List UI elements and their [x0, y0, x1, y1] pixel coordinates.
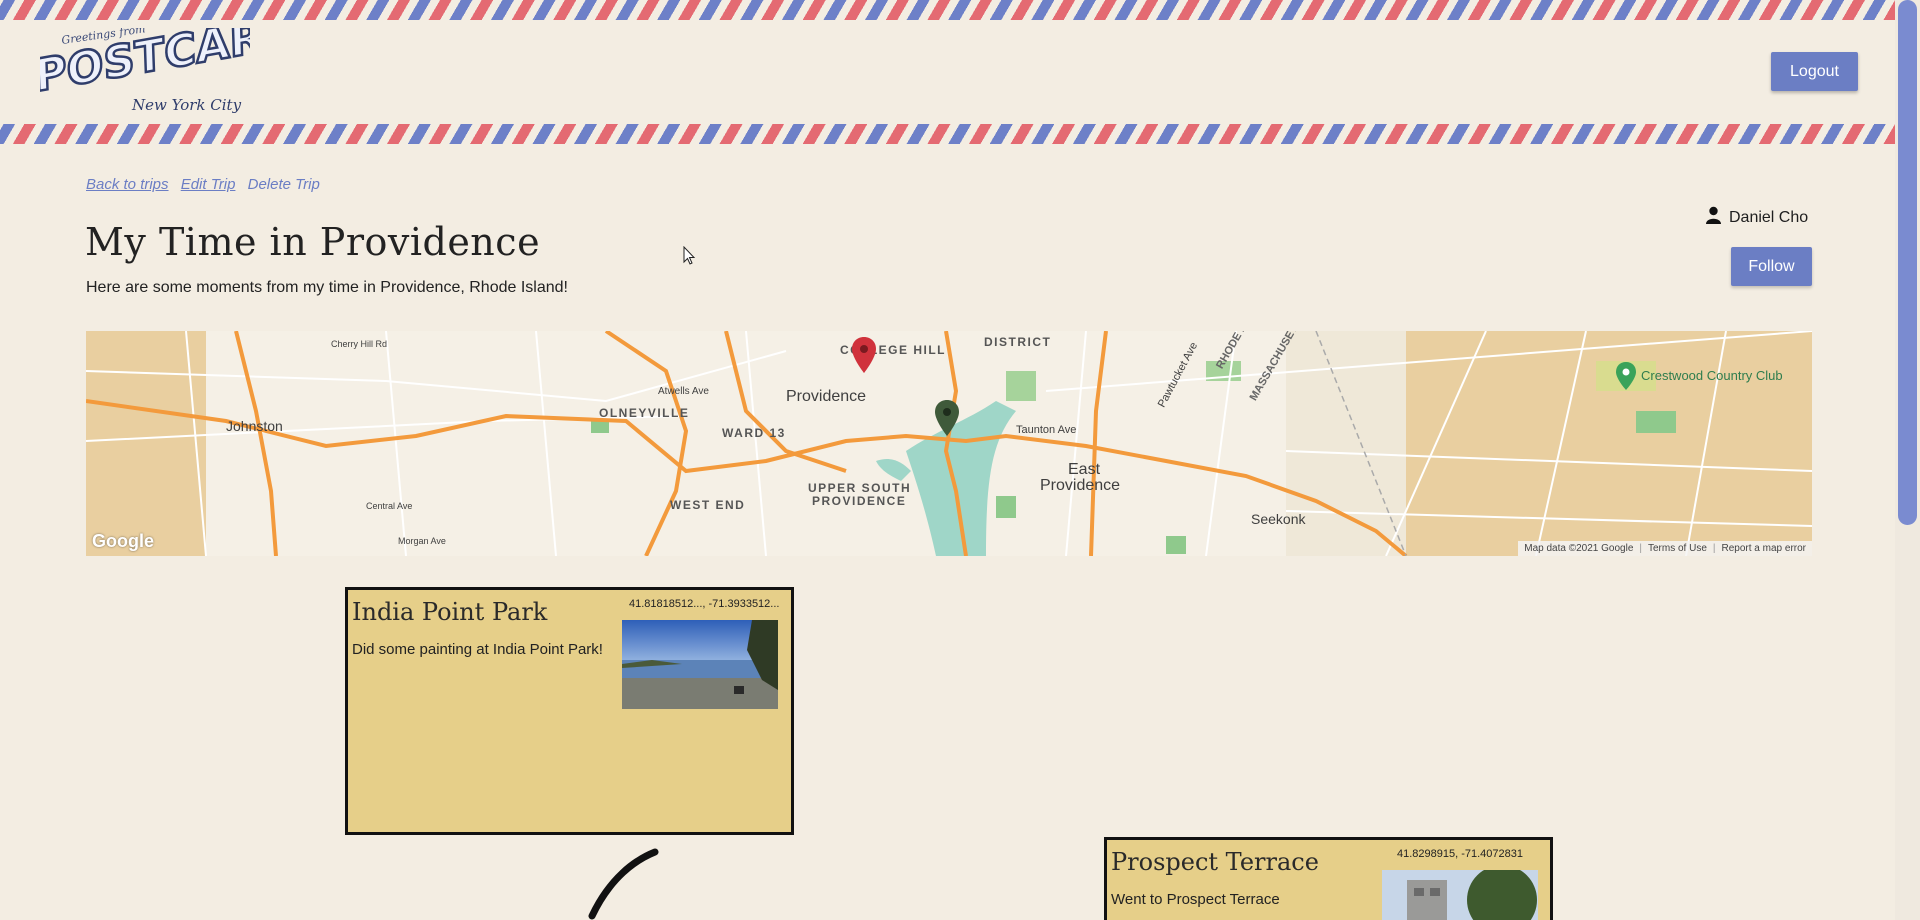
map-label-cherry-hill: Cherry Hill Rd	[331, 339, 388, 349]
map-label-atwells: Atwells Ave	[658, 386, 709, 397]
map-label-ward13: WARD 13	[722, 426, 786, 440]
map-label-central: Central Ave	[366, 501, 413, 511]
map-label-johnston: Johnston	[226, 418, 283, 434]
postcard-title: India Point Park	[352, 598, 548, 626]
map-label-west-end: WEST END	[670, 498, 746, 512]
delete-trip-link[interactable]: Delete Trip	[248, 176, 320, 193]
back-to-trips-link[interactable]: Back to trips	[86, 176, 169, 193]
map-label-morgan: Morgan Ave	[398, 536, 446, 546]
map-label-crestwood: Crestwood Country Club	[1641, 368, 1783, 383]
page-scrollbar[interactable]	[1895, 0, 1920, 920]
trip-title: My Time in Providence	[85, 220, 541, 264]
map-label-providence: Providence	[786, 388, 867, 405]
map-label-taunton-ave: Taunton Ave	[1016, 424, 1077, 436]
follow-button[interactable]: Follow	[1731, 247, 1812, 286]
trip-map[interactable]: Johnston OLNEYVILLE Providence WARD 13 W…	[86, 331, 1812, 556]
edit-trip-link[interactable]: Edit Trip	[181, 176, 236, 193]
airmail-border-top	[0, 0, 1895, 20]
trip-description: Here are some moments from my time in Pr…	[86, 279, 568, 296]
postcard-photo[interactable]	[622, 620, 778, 709]
postcard-photo[interactable]	[1382, 870, 1538, 920]
postcard-logo[interactable]: Greetings from POSTCARD New York City	[33, 4, 301, 120]
google-logo[interactable]: Google	[92, 531, 154, 552]
map-base-layer	[86, 331, 1812, 556]
map-label-east-providence-2: Providence	[1040, 477, 1121, 494]
postcard-text: Did some painting at India Point Park!	[352, 641, 603, 658]
map-label-upper-south: UPPER SOUTH	[808, 481, 912, 495]
map-attribution: Map data ©2021 Google | Terms of Use | R…	[1518, 541, 1812, 556]
postcard-coordinates: 41.81818512..., -71.3933512...	[629, 598, 780, 610]
mouse-cursor-icon	[683, 245, 697, 271]
postcard-card[interactable]: Prospect Terrace 41.8298915, -71.4072831…	[1104, 837, 1553, 920]
map-terms-link[interactable]: Terms of Use	[1648, 543, 1707, 554]
map-label-seekonk: Seekonk	[1251, 511, 1306, 527]
postcard-card[interactable]: India Point Park 41.81818512..., -71.393…	[345, 587, 794, 835]
user-icon	[1706, 206, 1721, 229]
map-label-district: DISTRICT	[984, 335, 1052, 349]
airmail-border-bottom	[0, 124, 1895, 144]
map-report-link[interactable]: Report a map error	[1722, 543, 1806, 554]
user-name: Daniel Cho	[1729, 208, 1809, 226]
logo-city-text: New York City	[131, 96, 242, 114]
postcard-coordinates: 41.8298915, -71.4072831	[1397, 848, 1524, 860]
map-label-olneyville: OLNEYVILLE	[599, 406, 690, 420]
postcard-title: Prospect Terrace	[1111, 848, 1319, 876]
trip-owner[interactable]: Daniel Cho	[1706, 206, 1814, 229]
map-data-text: Map data ©2021 Google	[1524, 543, 1634, 554]
trip-actions: Back to trips Edit Trip Delete Trip	[86, 176, 328, 193]
scrollbar-thumb[interactable]	[1898, 0, 1917, 525]
scribble-drawing	[580, 848, 660, 920]
logout-button[interactable]: Logout	[1771, 52, 1858, 91]
postcard-text: Went to Prospect Terrace	[1111, 891, 1280, 908]
map-label-upper-south-2: PROVIDENCE	[812, 494, 907, 508]
